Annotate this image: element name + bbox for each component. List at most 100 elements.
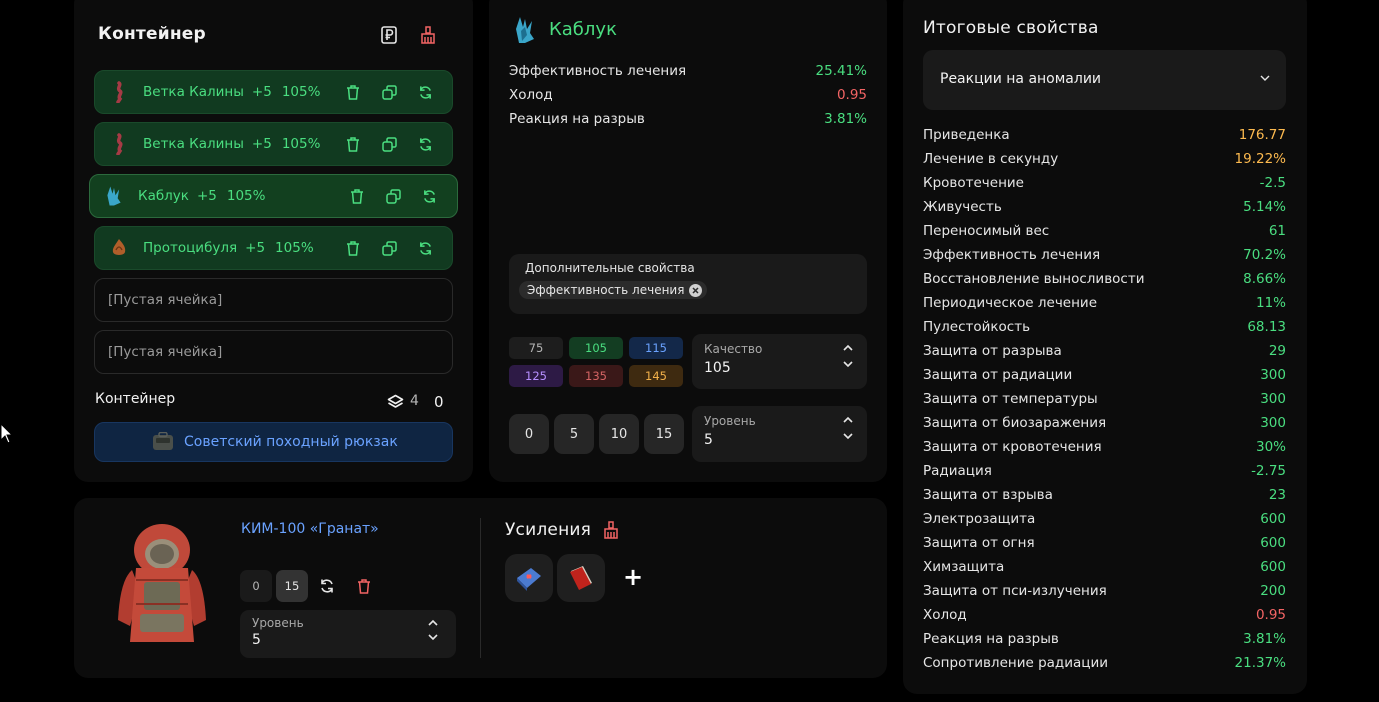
summary-label: Эффективность лечения bbox=[923, 247, 1101, 263]
trash-icon[interactable] bbox=[344, 83, 362, 101]
trash-icon[interactable] bbox=[344, 135, 362, 153]
level-button[interactable]: 5 bbox=[554, 414, 594, 454]
summary-label: Защита от радиации bbox=[923, 367, 1073, 383]
cursor-icon bbox=[0, 423, 14, 445]
artifact-stat-row: Холод 0.95 bbox=[509, 87, 867, 103]
trash-icon[interactable] bbox=[355, 577, 373, 595]
copy-icon[interactable] bbox=[380, 83, 398, 101]
armor-level-label: Уровень bbox=[252, 616, 304, 630]
level-label: Уровень bbox=[704, 414, 756, 428]
chevron-up-icon[interactable] bbox=[428, 619, 438, 626]
chevron-down-icon[interactable] bbox=[843, 361, 853, 368]
quality-option[interactable]: 75 bbox=[509, 337, 563, 359]
chevron-up-icon[interactable] bbox=[843, 416, 853, 423]
stat-value: 0.95 bbox=[836, 87, 867, 103]
summary-label: Защита от огня bbox=[923, 535, 1035, 551]
refresh-icon[interactable] bbox=[420, 187, 438, 205]
quality-option[interactable]: 145 bbox=[629, 365, 683, 387]
summary-value: 29 bbox=[1268, 343, 1286, 359]
slot-item-name: Протоцибуля bbox=[143, 240, 238, 256]
empty-slot[interactable]: [Пустая ячейка] bbox=[94, 278, 453, 322]
summary-row: Лечение в секунду 19.22% bbox=[923, 151, 1286, 167]
armor-level-min[interactable]: 0 bbox=[240, 570, 272, 602]
refresh-icon[interactable] bbox=[318, 577, 336, 595]
stat-label: Эффективность лечения bbox=[509, 63, 687, 79]
container-slot[interactable]: Ветка Калины +5 105% bbox=[94, 70, 453, 114]
summary-label: Холод bbox=[923, 607, 967, 623]
ruble-icon[interactable] bbox=[379, 25, 399, 45]
armor-name[interactable]: КИМ-100 «Гранат» bbox=[241, 521, 379, 537]
level-button[interactable]: 10 bbox=[599, 414, 639, 454]
add-boost-button[interactable]: + bbox=[623, 562, 643, 592]
refresh-icon[interactable] bbox=[416, 135, 434, 153]
slot-item-bonus: +5 bbox=[251, 136, 272, 152]
summary-row: Защита от температуры 300 bbox=[923, 391, 1286, 407]
summary-row: Реакция на разрыв 3.81% bbox=[923, 631, 1286, 647]
summary-row: Электрозащита 600 bbox=[923, 511, 1286, 527]
quality-option[interactable]: 105 bbox=[569, 337, 623, 359]
empty-slot-label: [Пустая ячейка] bbox=[108, 344, 223, 360]
level-button[interactable]: 15 bbox=[644, 414, 684, 454]
copy-icon[interactable] bbox=[380, 135, 398, 153]
armor-level-select[interactable]: Уровень 5 bbox=[240, 610, 456, 658]
refresh-icon[interactable] bbox=[416, 239, 434, 257]
container-slot[interactable]: Каблук +5 105% bbox=[89, 174, 458, 218]
slot-item-bonus: +5 bbox=[251, 84, 272, 100]
close-icon[interactable] bbox=[689, 283, 703, 297]
boost-item[interactable] bbox=[557, 554, 605, 602]
layers-icon bbox=[386, 393, 404, 411]
container-slot[interactable]: Ветка Калины +5 105% bbox=[94, 122, 453, 166]
summary-value: 600 bbox=[1260, 511, 1286, 527]
broom-icon[interactable] bbox=[601, 520, 621, 540]
summary-value: 30% bbox=[1255, 439, 1286, 455]
quality-select[interactable]: Качество 105 bbox=[692, 334, 867, 389]
trash-icon[interactable] bbox=[348, 187, 366, 205]
stat-value: 25.41% bbox=[815, 63, 867, 79]
extra-prop-chip[interactable]: Эффективность лечения bbox=[519, 281, 708, 299]
quality-option[interactable]: 115 bbox=[629, 337, 683, 359]
quality-option[interactable]: 125 bbox=[509, 365, 563, 387]
empty-slot[interactable]: [Пустая ячейка] bbox=[94, 330, 453, 374]
refresh-icon[interactable] bbox=[416, 83, 434, 101]
summary-value: 600 bbox=[1260, 535, 1286, 551]
armor-level-max[interactable]: 15 bbox=[276, 570, 308, 602]
slot-item-quality: 105% bbox=[275, 240, 314, 256]
anomaly-dropdown[interactable]: Реакции на аномалии bbox=[923, 50, 1286, 110]
quality-option[interactable]: 135 bbox=[569, 365, 623, 387]
chevron-up-icon[interactable] bbox=[843, 344, 853, 351]
summary-row: Радиация -2.75 bbox=[923, 463, 1286, 479]
summary-row: Защита от радиации 300 bbox=[923, 367, 1286, 383]
backpack-icon bbox=[150, 431, 176, 453]
broom-icon[interactable] bbox=[418, 25, 438, 45]
slot-item-bonus: +5 bbox=[245, 240, 266, 256]
summary-label: Лечение в секунду bbox=[923, 151, 1059, 167]
book-icon bbox=[567, 563, 595, 593]
branch-icon bbox=[109, 133, 129, 155]
trash-icon[interactable] bbox=[344, 239, 362, 257]
level-select[interactable]: Уровень 5 bbox=[692, 406, 867, 462]
summary-value: 19.22% bbox=[1234, 151, 1286, 167]
summary-row: Переносимый вес 61 bbox=[923, 223, 1286, 239]
copy-icon[interactable] bbox=[384, 187, 402, 205]
level-button[interactable]: 0 bbox=[509, 414, 549, 454]
summary-label: Кровотечение bbox=[923, 175, 1024, 191]
stat-label: Холод bbox=[509, 87, 553, 103]
chevron-down-icon[interactable] bbox=[428, 634, 438, 641]
chevron-down-icon[interactable] bbox=[843, 433, 853, 440]
copy-icon[interactable] bbox=[380, 239, 398, 257]
summary-value: 300 bbox=[1260, 391, 1286, 407]
container-slot[interactable]: Протоцибуля +5 105% bbox=[94, 226, 453, 270]
summary-value: 68.13 bbox=[1247, 319, 1286, 335]
summary-row: Защита от взрыва 23 bbox=[923, 487, 1286, 503]
container-title: Контейнер bbox=[98, 24, 206, 44]
slot-item-name: Ветка Калины bbox=[143, 136, 244, 152]
summary-value: 61 bbox=[1268, 223, 1286, 239]
slot-item-quality: 105% bbox=[281, 84, 321, 100]
summary-row: Кровотечение -2.5 bbox=[923, 175, 1286, 191]
boost-item[interactable] bbox=[505, 554, 553, 602]
summary-value: 600 bbox=[1260, 559, 1286, 575]
summary-label: Сопротивление радиации bbox=[923, 655, 1109, 671]
stat-label: Реакция на разрыв bbox=[509, 111, 645, 127]
backpack-button[interactable]: Советский походный рюкзак bbox=[94, 422, 453, 462]
quality-value: 105 bbox=[704, 360, 731, 376]
